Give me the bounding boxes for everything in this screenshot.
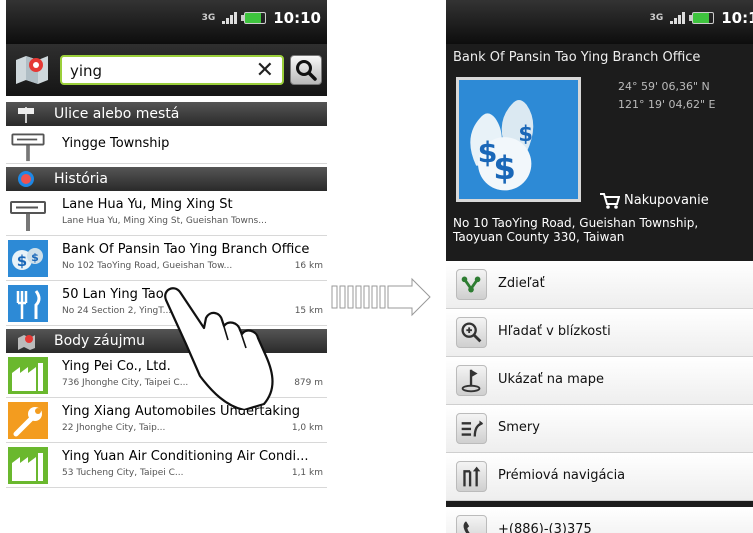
show-on-map-button[interactable]: Ukázať na mape — [446, 357, 753, 405]
directions-button[interactable]: Smery — [446, 405, 753, 453]
list-item[interactable]: Ying Yuan Air Conditioning Air Condi... … — [6, 443, 327, 488]
maps-app-icon[interactable] — [14, 52, 50, 86]
factory-icon — [8, 447, 48, 484]
category-label: Nakupovanie — [598, 191, 709, 209]
share-icon — [456, 269, 487, 300]
search-nearby-button[interactable]: Hľadať v blízkosti — [446, 309, 753, 357]
clear-icon[interactable]: ✕ — [256, 58, 274, 83]
longitude: 121° 19' 04,62" E — [618, 98, 716, 111]
wrench-icon — [8, 402, 48, 439]
search-input-text: ying — [70, 62, 103, 80]
svg-text:$: $ — [493, 149, 516, 187]
latitude: 24° 59' 06,36" N — [618, 80, 710, 93]
search-input[interactable]: ying ✕ — [60, 55, 284, 85]
factory-icon — [8, 357, 48, 394]
place-address: No 10 TaoYing Road, Gueishan Township, T… — [453, 216, 699, 244]
signpost-icon — [18, 107, 34, 123]
search-icon — [296, 60, 317, 81]
network-3g-icon: 3G — [649, 12, 664, 23]
road-sign-icon — [11, 133, 45, 162]
place-title: Bank Of Pansin Tao Ying Branch Office — [453, 50, 701, 65]
shopping-cart-icon — [600, 193, 620, 209]
svg-text:$: $ — [518, 122, 533, 146]
section-streets-header: Ulice alebo mestá — [6, 102, 327, 126]
network-3g-icon: 3G — [201, 12, 216, 23]
signal-icon — [670, 12, 686, 24]
clock: 10:10 — [721, 9, 753, 27]
navigation-icon — [456, 461, 487, 492]
list-item[interactable]: Lane Hua Yu, Ming Xing St Lane Hua Yu, M… — [6, 191, 327, 236]
fork-knife-icon — [8, 285, 48, 322]
road-sign-icon — [10, 201, 46, 231]
list-item[interactable]: $ $ Bank Of Pansin Tao Ying Branch Office… — [6, 236, 327, 281]
list-item[interactable]: Yingge Township — [6, 126, 327, 164]
search-bar: ying ✕ — [6, 44, 327, 96]
poi-icon — [18, 335, 35, 350]
clock: 10:10 — [273, 9, 321, 27]
history-icon — [18, 171, 34, 187]
directions-icon — [456, 413, 487, 444]
svg-text:$: $ — [31, 251, 39, 264]
left-screen: 3G 10:10 ying ✕ Ulice alebo mestá Yingge… — [6, 0, 327, 533]
status-bar: 3G 10:10 — [446, 0, 753, 44]
status-bar: 3G 10:10 — [6, 0, 327, 44]
section-history-header: História — [6, 167, 327, 191]
signal-icon — [222, 12, 238, 24]
share-button[interactable]: Zdieľať — [446, 261, 753, 309]
battery-icon — [689, 12, 715, 24]
right-screen: 3G 10:10 Bank Of Pansin Tao Ying Branch … — [446, 0, 753, 533]
svg-text:$: $ — [17, 252, 27, 270]
search-button[interactable] — [290, 55, 322, 85]
money-bags-icon: $ $ — [8, 240, 48, 277]
transition-arrow-icon — [331, 277, 431, 317]
tap-hand-icon — [164, 287, 274, 410]
phone-call-button[interactable]: +(886)-(3)375 — [446, 501, 753, 533]
map-pin-icon — [456, 365, 487, 396]
battery-icon — [241, 12, 267, 24]
premium-navigation-button[interactable]: Prémiová navigácia — [446, 453, 753, 501]
phone-icon — [456, 515, 487, 533]
search-nearby-icon — [456, 317, 487, 348]
place-details-header: Bank Of Pansin Tao Ying Branch Office $ … — [446, 44, 753, 261]
money-bags-icon: $ $ $ — [456, 77, 581, 202]
